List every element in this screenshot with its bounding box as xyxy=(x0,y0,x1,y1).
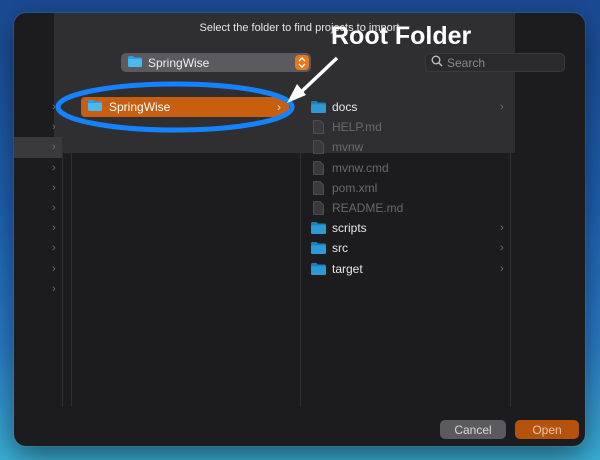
annotation-label: Root Folder xyxy=(331,22,472,50)
arrow-icon xyxy=(287,56,339,103)
